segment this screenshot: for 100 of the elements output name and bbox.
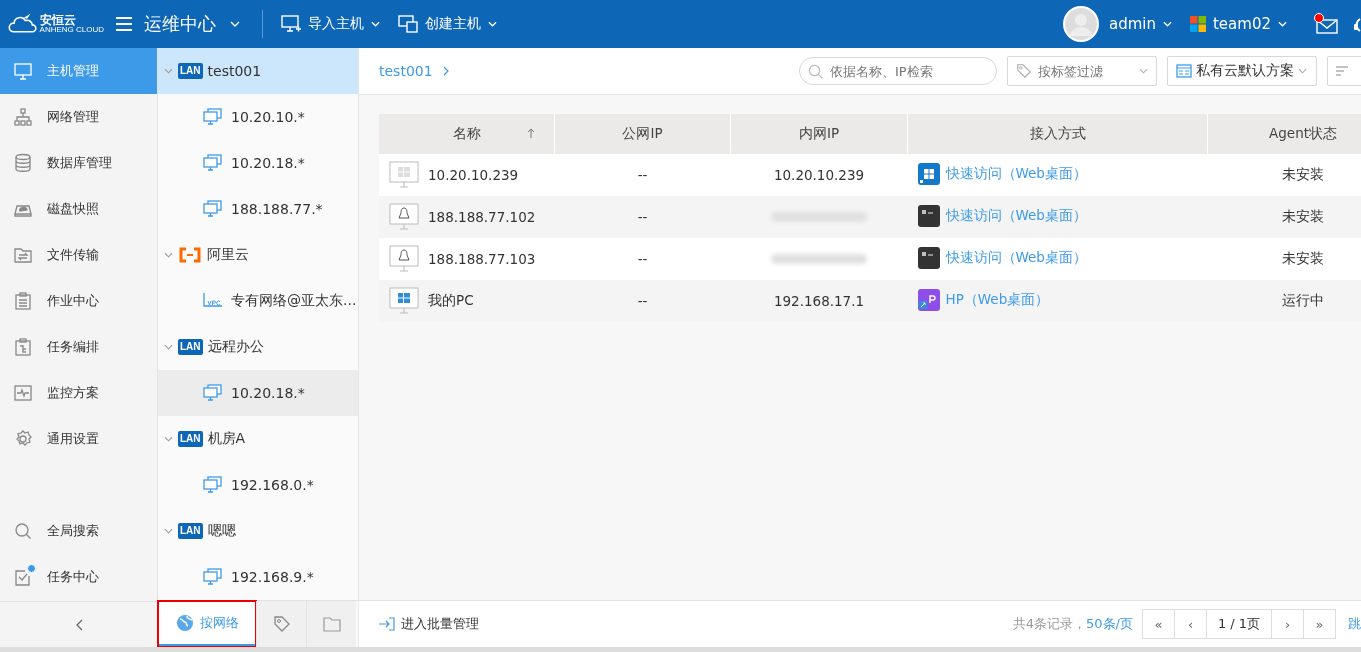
nav-item[interactable]: 作业中心 <box>0 278 157 324</box>
folder-icon <box>322 616 341 632</box>
column-header[interactable]: 公网IP <box>554 114 731 154</box>
pager-button[interactable]: « <box>1142 609 1175 639</box>
team-menu[interactable]: team02 <box>1190 15 1287 33</box>
monitors-icon <box>203 568 223 586</box>
mail-icon[interactable] <box>1313 13 1339 35</box>
monitors-icon <box>203 476 223 494</box>
sort-button[interactable] <box>1327 56 1361 86</box>
nav-item[interactable]: 通用设置 <box>0 416 157 462</box>
header-menu[interactable]: 导入主机 <box>281 15 380 33</box>
enter-icon <box>379 617 395 631</box>
tree-group[interactable]: LAN 嗯嗯 <box>158 508 358 554</box>
folder-tab[interactable] <box>306 601 356 647</box>
windows-app-icon <box>917 162 940 185</box>
monitor-plus-icon <box>281 15 301 33</box>
four-squares-icon <box>1190 16 1206 32</box>
tree-item[interactable]: 专有网络@亚太东... <box>158 278 358 324</box>
menu-icon[interactable] <box>116 17 132 31</box>
pager-button[interactable]: » <box>1303 609 1336 639</box>
chevron-left-icon <box>74 618 83 631</box>
table-icon <box>1176 64 1192 78</box>
column-header[interactable]: Agent状态 <box>1207 114 1361 154</box>
monitors-icon <box>203 384 223 402</box>
tree-item[interactable]: 10.20.18.* <box>158 370 358 416</box>
job-icon <box>13 291 33 311</box>
header-menu[interactable]: 创建主机 <box>398 15 497 33</box>
tree-group[interactable]: 阿里云 <box>158 232 358 278</box>
caret-icon <box>1278 21 1287 27</box>
nav-item[interactable]: 网络管理 <box>0 94 157 140</box>
penguin-monitor-icon <box>389 203 419 231</box>
nav-item[interactable]: 任务编排 <box>0 324 157 370</box>
logo-text: 安恒云 <box>39 13 77 27</box>
sort-icon <box>1336 66 1350 76</box>
host-name: 188.188.77.103 <box>428 251 536 267</box>
pager-button[interactable]: 1 / 1页 <box>1206 609 1272 639</box>
nav-item[interactable]: 全局搜索 <box>0 508 157 554</box>
expand-caret-icon[interactable] <box>164 68 173 74</box>
nav-item[interactable]: 文件传输 <box>0 232 157 278</box>
table-cell: -- <box>554 196 731 238</box>
table-cell: 未安装 <box>1207 154 1361 196</box>
tree-item[interactable]: 192.168.0.* <box>158 462 358 508</box>
logo-subtext: ANHENG CLOUD <box>39 26 104 35</box>
pager-button[interactable]: › <box>1271 609 1304 639</box>
pager-button[interactable]: ‹ <box>1174 609 1207 639</box>
bracket-logo-icon <box>178 247 202 263</box>
network-badge: LAN <box>178 63 203 79</box>
expand-caret-icon[interactable] <box>164 252 173 258</box>
monitor-icon <box>13 383 33 403</box>
tree-item[interactable]: 10.20.10.* <box>158 94 358 140</box>
app-switcher[interactable]: 运维中心 <box>144 12 240 36</box>
host-name: 10.20.10.239 <box>428 167 519 183</box>
table-cell: 运行中 <box>1207 280 1361 322</box>
caret-icon <box>1139 68 1148 74</box>
avatar-icon[interactable] <box>1063 6 1099 42</box>
nav-item[interactable]: 任务中心 <box>0 554 157 600</box>
network-badge: LAN <box>178 339 203 355</box>
caret-icon <box>230 21 240 27</box>
tree-item[interactable]: 192.168.9.* <box>158 554 358 600</box>
table-cell: -- <box>554 280 731 322</box>
network-badge: LAN <box>178 523 203 539</box>
record-count: 共4条记录， <box>1012 615 1087 633</box>
column-header[interactable]: 内网IP <box>730 114 908 154</box>
penguin-monitor-icon <box>389 245 419 273</box>
caret-icon <box>1298 68 1307 74</box>
user-menu[interactable]: admin <box>1109 15 1172 33</box>
windows-monitor-icon <box>389 161 419 189</box>
tag-filter-field[interactable]: 按标签过滤 <box>1007 56 1157 86</box>
tree-group[interactable]: LAN test001 <box>158 48 358 94</box>
table-cell: 未安装 <box>1207 238 1361 280</box>
column-header[interactable]: 接入方式 <box>907 114 1208 154</box>
expand-caret-icon[interactable] <box>164 528 173 534</box>
host-name: 我的PC <box>428 292 474 310</box>
chevron-right-icon <box>442 66 449 76</box>
tag-tab[interactable] <box>256 601 306 647</box>
expand-caret-icon[interactable] <box>164 436 173 442</box>
nav-item[interactable]: 数据库管理 <box>0 140 157 186</box>
batch-manage-button[interactable]: 进入批量管理 <box>379 615 479 633</box>
nav-item[interactable]: 磁盘快照 <box>0 186 157 232</box>
sort-arrow-icon <box>527 128 535 138</box>
tree-group[interactable]: LAN 机房A <box>158 416 358 462</box>
globe-icon <box>175 613 194 632</box>
scheme-dropdown[interactable]: 私有云默认方案 <box>1167 56 1317 86</box>
orchestrate-icon <box>13 337 33 357</box>
column-header[interactable]: 名称 <box>379 114 555 154</box>
host-name: 188.188.77.102 <box>428 209 536 225</box>
remote-app-icon <box>917 288 940 311</box>
windows-monitor-icon <box>389 287 419 315</box>
tree-item[interactable]: 10.20.18.* <box>158 140 358 186</box>
tree-group[interactable]: LAN 远程办公 <box>158 324 358 370</box>
nav-item[interactable]: 监控方案 <box>0 370 157 416</box>
table-cell: -- <box>554 238 731 280</box>
file-icon <box>13 245 33 265</box>
database-icon <box>13 153 33 173</box>
tree-item[interactable]: 188.188.77.* <box>158 186 358 232</box>
monitor-copy-icon <box>398 15 418 33</box>
monitors-icon <box>203 108 223 126</box>
table-cell: -- <box>554 154 731 196</box>
expand-caret-icon[interactable] <box>164 344 173 350</box>
search-field[interactable]: 依据名称、IP检索 <box>799 57 997 85</box>
